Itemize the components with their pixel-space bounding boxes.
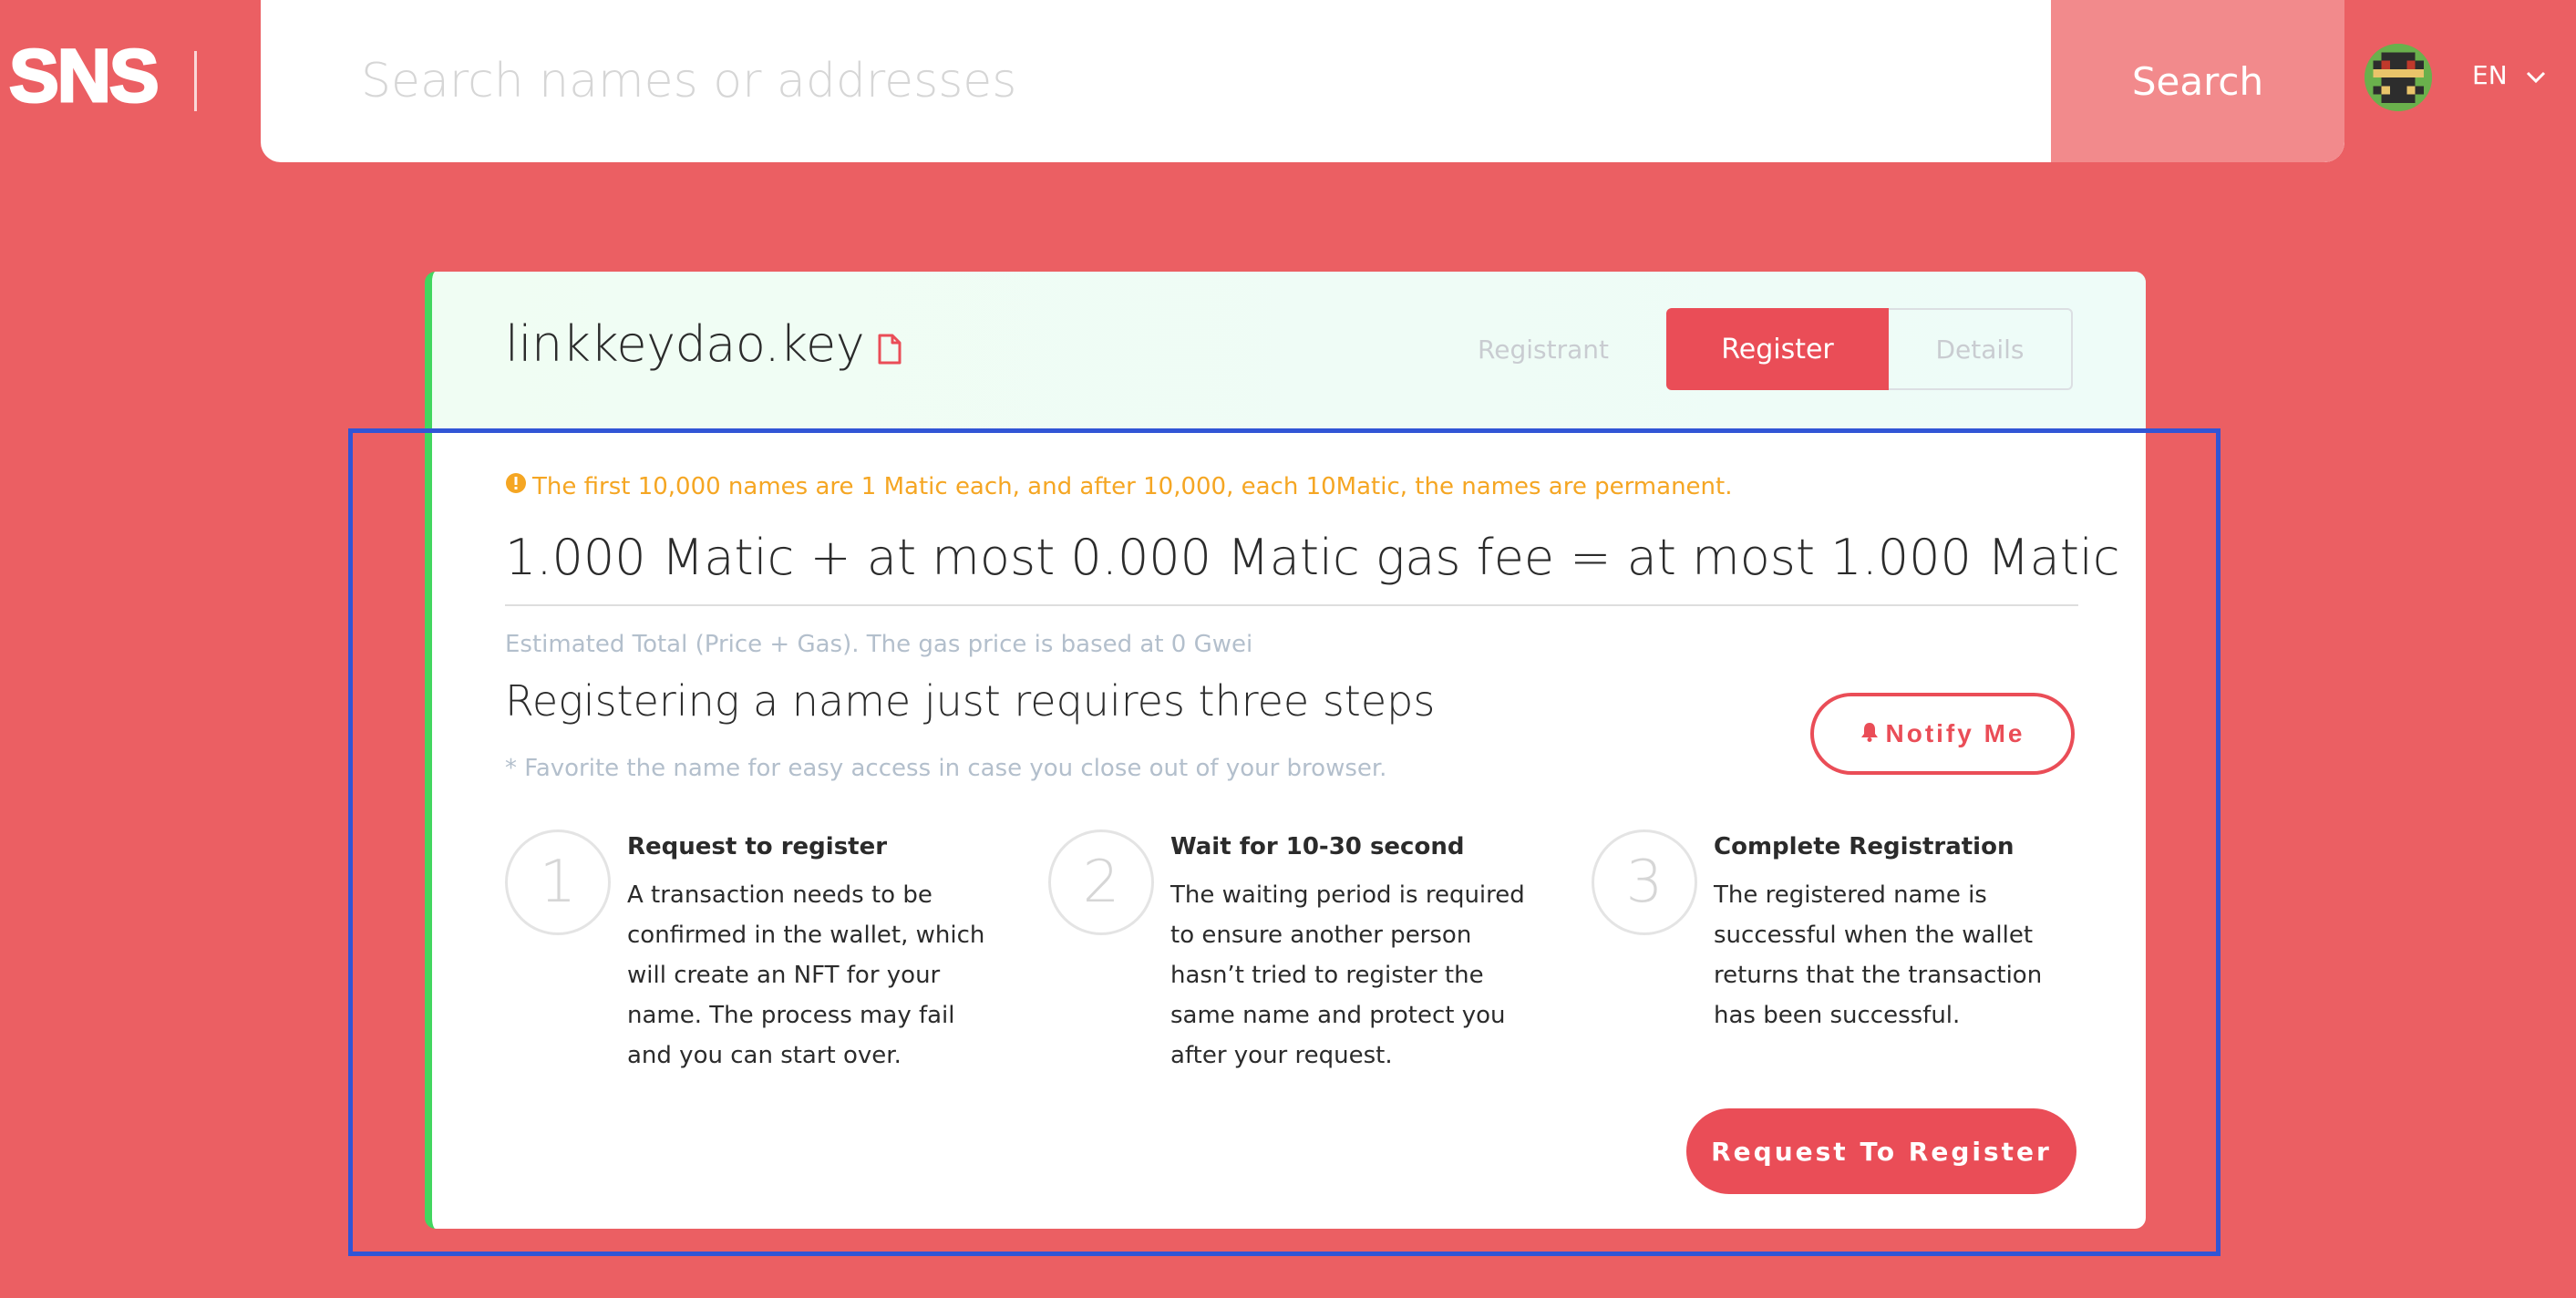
sns-logo[interactable]: SNS bbox=[8, 34, 161, 119]
step-number: 2 bbox=[1048, 829, 1154, 935]
step-title: Request to register bbox=[627, 833, 888, 860]
pixel-avatar-icon[interactable] bbox=[2365, 44, 2432, 111]
search-bar: Search bbox=[261, 0, 2344, 162]
request-to-register-button[interactable]: Request To Register bbox=[1686, 1108, 2076, 1194]
chevron-down-icon bbox=[2526, 60, 2546, 90]
steps-heading: Registering a name just requires three s… bbox=[505, 676, 1436, 726]
domain-name: linkkeydao.key bbox=[505, 315, 865, 373]
tab-register[interactable]: Register bbox=[1666, 308, 1889, 390]
notify-me-button[interactable]: Notify Me bbox=[1810, 693, 2075, 775]
step-title: Wait for 10-30 second bbox=[1170, 833, 1465, 860]
step-wait: 2 Wait for 10-30 second The waiting peri… bbox=[1048, 829, 1535, 1076]
notify-label: Notify Me bbox=[1885, 719, 2025, 747]
estimate-note: Estimated Total (Price + Gas). The gas p… bbox=[505, 631, 1253, 658]
step-complete: 3 Complete Registration The registered n… bbox=[1592, 829, 2078, 1035]
pricing-notice: The first 10,000 names are 1 Matic each,… bbox=[505, 472, 1732, 500]
step-title: Complete Registration bbox=[1714, 833, 2014, 860]
info-icon bbox=[505, 472, 527, 500]
bell-icon bbox=[1860, 719, 1879, 748]
card-header: linkkeydao.key Registrant Register Detai… bbox=[432, 272, 2146, 428]
tab-registrant[interactable]: Registrant bbox=[1438, 335, 1648, 365]
register-card: linkkeydao.key Registrant Register Detai… bbox=[425, 272, 2146, 1229]
copy-document-icon[interactable] bbox=[877, 319, 902, 376]
language-label: EN bbox=[2472, 60, 2508, 90]
step-number: 1 bbox=[505, 829, 611, 935]
tab-details[interactable]: Details bbox=[1889, 308, 2073, 390]
card-tabs: Registrant Register Details bbox=[1438, 308, 2073, 390]
domain-title: linkkeydao.key bbox=[505, 312, 902, 376]
language-selector[interactable]: EN bbox=[2472, 60, 2546, 90]
step-request: 1 Request to register A transaction need… bbox=[505, 829, 992, 1076]
step-number: 3 bbox=[1592, 829, 1697, 935]
search-input[interactable] bbox=[261, 0, 2051, 162]
step-description: A transaction needs to be confirmed in t… bbox=[627, 881, 985, 1069]
header-divider bbox=[194, 51, 197, 111]
favorite-note: * Favorite the name for easy access in c… bbox=[505, 755, 1387, 782]
price-summary: 1.000 Matic + at most 0.000 Matic gas fe… bbox=[505, 529, 2120, 606]
notice-text: The first 10,000 names are 1 Matic each,… bbox=[532, 472, 1733, 500]
search-button[interactable]: Search bbox=[2051, 0, 2344, 162]
step-description: The waiting period is required to ensure… bbox=[1170, 881, 1525, 1069]
step-description: The registered name is successful when t… bbox=[1714, 881, 2043, 1029]
